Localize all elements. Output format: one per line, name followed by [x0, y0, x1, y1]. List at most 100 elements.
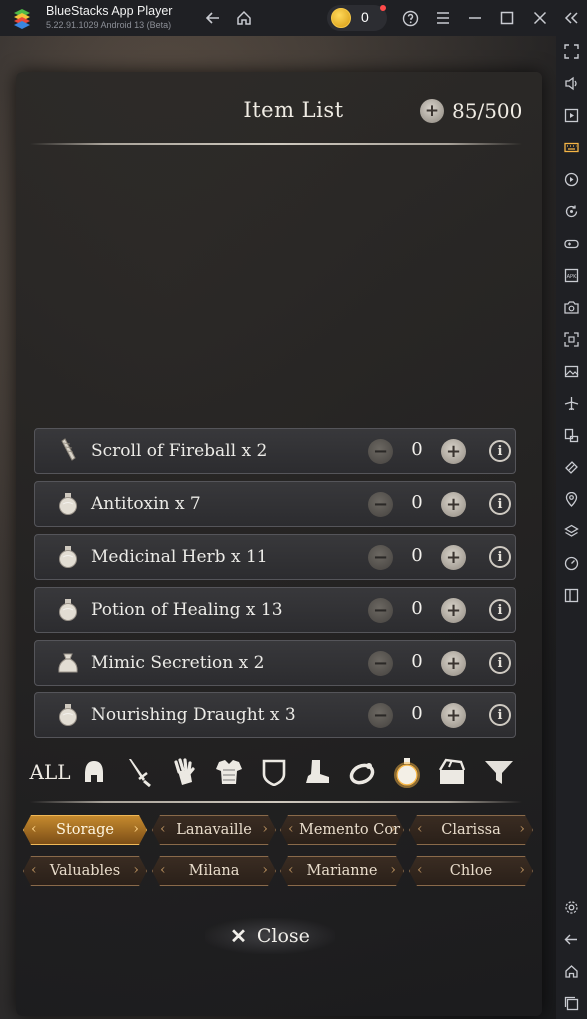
item-row-medicinal-herb: Medicinal Herb x 11 − 0 + i	[34, 534, 516, 580]
increase-qty-button[interactable]: +	[441, 492, 466, 517]
chevron-left-icon: ‹	[288, 862, 294, 878]
decrease-qty-button[interactable]: −	[368, 545, 393, 570]
home-icon[interactable]	[234, 8, 254, 28]
location-icon[interactable]	[562, 490, 581, 509]
increase-qty-button[interactable]: +	[441, 545, 466, 570]
back-icon[interactable]	[562, 930, 581, 949]
decrease-qty-button[interactable]: −	[368, 598, 393, 623]
keyboard-icon[interactable]	[562, 138, 581, 157]
tab-marianne[interactable]: ‹ Marianne ›	[280, 856, 404, 886]
flask-icon	[59, 493, 77, 515]
ring-icon[interactable]	[345, 755, 379, 789]
tab-label: Clarissa	[441, 822, 501, 838]
item-row-scroll-of-fireball: Scroll of Fireball x 2 − 0 + i	[34, 428, 516, 474]
minimize-icon[interactable]	[465, 8, 485, 28]
item-name: Potion of Healing x 13	[91, 600, 283, 620]
gamepad-icon[interactable]	[562, 234, 581, 253]
item-row-mimic-secretion: Mimic Secretion x 2 − 0 + i	[34, 640, 516, 686]
settings-icon[interactable]	[562, 898, 581, 917]
media-icon[interactable]	[562, 362, 581, 381]
macro-icon[interactable]	[562, 170, 581, 189]
volume-icon[interactable]	[562, 74, 581, 93]
armor-icon[interactable]	[212, 755, 246, 789]
tab-chloe[interactable]: ‹ Chloe ›	[409, 856, 533, 886]
chevron-right-icon: ›	[262, 821, 268, 837]
filter-icon[interactable]	[482, 755, 516, 789]
decrease-qty-button[interactable]: −	[368, 492, 393, 517]
sidebar-toggle-icon[interactable]	[562, 586, 581, 605]
item-name: Mimic Secretion x 2	[91, 653, 265, 673]
eco-mode-icon[interactable]	[562, 458, 581, 477]
info-icon[interactable]: i	[489, 546, 511, 568]
help-icon[interactable]	[400, 8, 420, 28]
info-icon[interactable]: i	[489, 704, 511, 726]
expand-capacity-button[interactable]: +	[420, 99, 444, 123]
tab-valuables[interactable]: ‹ Valuables ›	[23, 856, 147, 886]
layers-icon[interactable]	[562, 522, 581, 541]
back-arrow-icon[interactable]	[203, 8, 223, 28]
tab-storage[interactable]: ‹ Storage ›	[23, 815, 147, 845]
close-x-icon: ✕	[230, 924, 247, 948]
sword-icon[interactable]	[122, 755, 156, 789]
tab-label: Milana	[188, 863, 240, 879]
coin-count: 0	[361, 9, 369, 25]
tab-lanavaille[interactable]: ‹ Lanavaille ›	[152, 815, 276, 845]
potion-icon[interactable]	[390, 755, 424, 789]
increase-qty-button[interactable]: +	[441, 598, 466, 623]
tab-milana[interactable]: ‹ Milana ›	[152, 856, 276, 886]
apk-icon[interactable]: APK	[562, 266, 581, 285]
chevron-left-icon: ‹	[160, 862, 166, 878]
increase-qty-button[interactable]: +	[441, 703, 466, 728]
collapse-sidebar-icon[interactable]	[561, 8, 581, 28]
chevron-right-icon: ›	[262, 862, 268, 878]
chevron-left-icon: ‹	[160, 821, 166, 837]
rotate-icon[interactable]	[562, 202, 581, 221]
chevron-right-icon: ›	[519, 821, 525, 837]
tab-clarissa[interactable]: ‹ Clarissa ›	[409, 815, 533, 845]
glove-icon[interactable]	[167, 755, 201, 789]
close-label: Close	[256, 925, 310, 947]
screenshot-icon[interactable]	[562, 298, 581, 317]
tab-label: Valuables	[49, 863, 121, 879]
fullscreen-icon[interactable]	[562, 42, 581, 61]
performance-icon[interactable]	[562, 554, 581, 573]
chevron-right-icon: ›	[390, 821, 396, 837]
menu-icon[interactable]	[433, 8, 453, 28]
qty-value: 0	[411, 651, 423, 672]
airplane-icon[interactable]	[562, 394, 581, 413]
coin-balance[interactable]: 0	[327, 5, 387, 31]
recents-icon[interactable]	[562, 994, 581, 1013]
info-icon[interactable]: i	[489, 652, 511, 674]
filter-all[interactable]: ALL	[30, 755, 71, 789]
info-icon[interactable]: i	[489, 493, 511, 515]
chevron-left-icon: ‹	[288, 821, 294, 837]
increase-qty-button[interactable]: +	[441, 651, 466, 676]
flask-icon	[59, 599, 77, 621]
decrease-qty-button[interactable]: −	[368, 703, 393, 728]
pouch-icon	[58, 653, 78, 673]
android-home-icon[interactable]	[562, 962, 581, 981]
flask-icon	[59, 546, 77, 568]
scan-icon[interactable]	[562, 330, 581, 349]
qty-value: 0	[411, 703, 423, 724]
app-title: BlueStacks App Player	[46, 4, 173, 18]
boot-icon[interactable]	[300, 755, 334, 789]
item-row-nourishing-draught: Nourishing Draught x 3 − 0 + i	[34, 692, 516, 738]
chevron-left-icon: ‹	[31, 862, 37, 878]
multi-instance-icon[interactable]	[562, 426, 581, 445]
increase-qty-button[interactable]: +	[441, 439, 466, 464]
close-icon[interactable]	[530, 8, 550, 28]
header-divider	[30, 143, 522, 145]
chevron-right-icon: ›	[133, 862, 139, 878]
info-icon[interactable]: i	[489, 599, 511, 621]
chest-icon[interactable]	[435, 755, 469, 789]
helmet-icon[interactable]	[77, 755, 111, 789]
tab-label: Lanavaille	[176, 822, 252, 838]
shield-icon[interactable]	[257, 755, 291, 789]
tab-memento-cor[interactable]: ‹ Memento Cor ›	[280, 815, 404, 845]
maximize-icon[interactable]	[497, 8, 517, 28]
close-button[interactable]: ✕ Close	[205, 918, 335, 954]
decrease-qty-button[interactable]: −	[368, 651, 393, 676]
decrease-qty-button[interactable]: −	[368, 439, 393, 464]
info-icon[interactable]: i	[489, 440, 511, 462]
